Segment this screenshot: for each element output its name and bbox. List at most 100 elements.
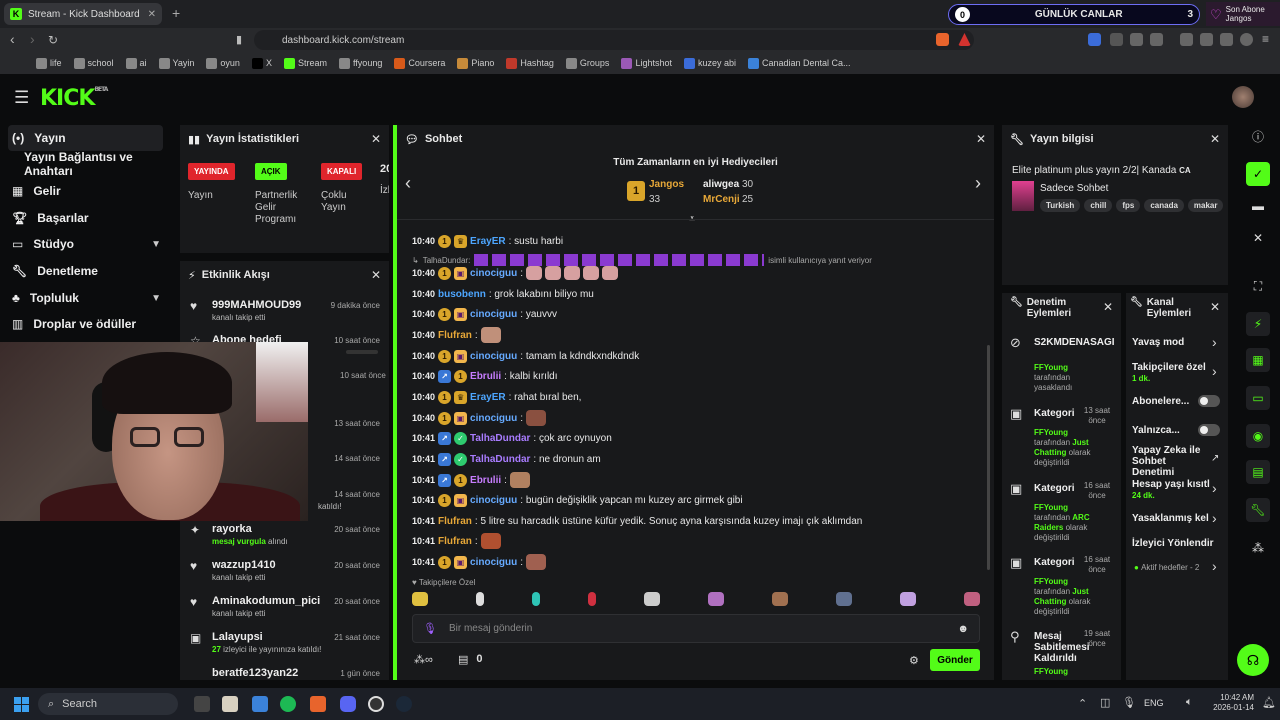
message-username[interactable]: cinociguu [470, 309, 517, 320]
chevron-right-icon[interactable]: › [1212, 363, 1217, 379]
url-field[interactable]: dashboard.kick.com/stream [254, 30, 974, 50]
bookmark-item[interactable]: school [73, 57, 114, 69]
wrench-icon[interactable]: 🔧︎ [1246, 498, 1270, 522]
category-name[interactable]: Sadece Sohbet [1040, 183, 1108, 194]
bookmark-item[interactable]: Yayin [158, 57, 194, 69]
bookmark-item[interactable]: ffyoung [338, 57, 382, 69]
channel-action-account-age[interactable]: Hesap yaşı kısıtl 24 dk. [1132, 479, 1220, 501]
layout-icon[interactable]: ▬ [1246, 194, 1270, 218]
network-icon[interactable]: ◫ [1100, 696, 1110, 709]
chevron-right-icon[interactable]: › [1212, 558, 1217, 574]
bookmark-item[interactable]: ai [125, 57, 147, 69]
bookmark-item[interactable]: kuzey abi [683, 57, 736, 69]
tag[interactable]: makar [1187, 199, 1224, 212]
chat-message[interactable]: 10:41 Flufran: [412, 533, 501, 549]
chat-message[interactable]: 10:40 1 ▣ cinociguu: [412, 265, 619, 281]
menu-icon[interactable]: ≡ [1262, 32, 1269, 46]
emote-icon[interactable] [772, 592, 788, 606]
discord-icon[interactable] [340, 696, 356, 712]
tag[interactable]: canada [1144, 199, 1184, 212]
channel-action-slow-mode[interactable]: Yavaş mod [1132, 337, 1220, 348]
settings-gear-icon[interactable]: ⚙ [909, 654, 919, 667]
message-username[interactable]: Flufran [438, 516, 472, 527]
active-goals[interactable]: ● Aktif hedefler - 2 [1134, 563, 1204, 572]
message-username[interactable]: cinociguu [470, 557, 517, 568]
mic-icon[interactable]: 🎙︎ [1122, 696, 1136, 709]
puzzle-icon[interactable] [1130, 33, 1143, 46]
message-username[interactable]: cinociguu [470, 268, 517, 279]
chat-message[interactable]: 10:40 1 ♛ ErayER: sustu harbi [412, 233, 563, 249]
sidebar-icon[interactable] [1180, 33, 1193, 46]
nav-item-moderation[interactable]: 🔧︎ Denetleme [8, 258, 163, 284]
brave-shield-icon[interactable] [936, 33, 949, 46]
community-icon[interactable]: ⁂ [1246, 536, 1270, 560]
chevron-left-icon[interactable]: ‹ [405, 173, 411, 194]
chat-message[interactable]: 10:41 ↗ 1 Ebrulii: [412, 472, 530, 488]
chat-input[interactable]: 🎙︎ Bir mesaj gönderin ☻ [412, 614, 980, 643]
tag[interactable]: chill [1084, 199, 1113, 212]
subscribers-only-toggle[interactable] [1198, 395, 1220, 407]
message-username[interactable]: busobenn [438, 289, 486, 300]
emote-icon[interactable] [900, 592, 916, 606]
emote-icon[interactable] [964, 592, 980, 606]
broadcast-icon[interactable]: ◉ [1246, 424, 1270, 448]
support-headset-icon[interactable]: ☊ [1237, 644, 1269, 676]
close-icon[interactable]: ✕ [371, 268, 381, 282]
bookmark-item[interactable]: life [36, 57, 62, 69]
chevron-right-icon[interactable]: › [1212, 334, 1217, 350]
chat-emote-icon[interactable] [480, 533, 501, 549]
chat-message[interactable]: 10:40 Flufran: [412, 327, 501, 343]
message-username[interactable]: ErayER [470, 392, 506, 403]
emote-icon[interactable] [644, 592, 660, 606]
taskbar-search[interactable]: ⌕ Search [38, 693, 178, 715]
chat-message[interactable]: 10:41 ↗ ✓ TalhaDundar: çok arc oynuyon [412, 430, 612, 446]
fullscreen-icon[interactable]: ⛶ [1246, 274, 1270, 298]
emoji-icon[interactable]: ☻ [957, 623, 969, 635]
close-icon[interactable]: ✕ [1246, 226, 1270, 250]
chat-message[interactable]: 10:40 1 ▣ cinociguu: [412, 410, 547, 426]
message-username[interactable]: Flufran [438, 330, 472, 341]
chat-emote-icon[interactable] [509, 472, 530, 488]
bookmark-item[interactable]: Lightshot [621, 57, 672, 69]
chat-emote-icon[interactable] [602, 266, 619, 280]
emote-icon[interactable] [532, 592, 540, 606]
message-username[interactable]: ErayER [470, 236, 506, 247]
chat-emote-icon[interactable] [526, 266, 543, 280]
chevron-up-icon[interactable]: ⌃ [1078, 697, 1087, 710]
app-icon[interactable] [222, 696, 238, 712]
message-username[interactable]: Flufran [438, 536, 472, 547]
tag[interactable]: Turkish [1040, 199, 1081, 212]
reload-icon[interactable]: ↻ [48, 33, 58, 47]
bookmark-item[interactable]: Hashtag [506, 57, 554, 69]
chat-message[interactable]: 10:41 Flufran: 5 litre su harcadık üstüne… [412, 513, 862, 529]
chat-message[interactable]: 10:40 1 ♛ ErayER: rahat bıral ben, [412, 389, 581, 405]
emote-icon[interactable] [476, 592, 484, 606]
emote-icon[interactable] [588, 592, 596, 606]
message-username[interactable]: cinociguu [470, 351, 517, 362]
bookmark-item[interactable]: X [251, 57, 272, 69]
close-tab-icon[interactable]: ✕ [148, 9, 156, 20]
nav-item-stream[interactable]: (•) Yayın [8, 125, 163, 151]
nav-item-studio[interactable]: ▭ Stüdyo ▼ [8, 231, 163, 257]
channel-action-raid[interactable]: İzleyici Yönlendir [1132, 538, 1220, 549]
chevron-right-icon[interactable]: › [1212, 480, 1217, 496]
message-username[interactable]: Ebrulii [470, 475, 501, 486]
tag[interactable]: fps [1116, 199, 1141, 212]
app-icon[interactable] [252, 696, 268, 712]
close-icon[interactable]: ✕ [976, 132, 986, 146]
windows-start-icon[interactable] [14, 697, 29, 712]
channel-action-banned-words[interactable]: Yasaklanmış kel [1132, 513, 1220, 524]
message-username[interactable]: TalhaDundar [470, 433, 530, 444]
chat-message[interactable]: 10:41 1 ▣ cinociguu: [412, 554, 547, 570]
chat-emote-icon[interactable] [564, 266, 581, 280]
chat-message[interactable]: 10:40 1 ▣ cinociguu: yauvvv [412, 306, 557, 322]
store-widget[interactable]: ▤ 0 [458, 653, 483, 666]
channel-action-followers-only[interactable]: Takipçilere özel 1 dk. [1132, 362, 1220, 384]
chevron-right-icon[interactable]: › [975, 173, 981, 194]
chat-message[interactable]: 10:40 ↗ 1 Ebrulii: kalbi kırıldı [412, 368, 558, 384]
close-icon[interactable]: ✕ [1210, 132, 1220, 146]
bookmark-item[interactable]: Coursera [394, 57, 445, 69]
browser-tab[interactable]: K Stream - Kick Dashboard ✕ [4, 3, 162, 25]
extension-icon[interactable] [1088, 33, 1101, 46]
clock[interactable]: 10:42 AM 2026-01-14 [1210, 693, 1254, 713]
